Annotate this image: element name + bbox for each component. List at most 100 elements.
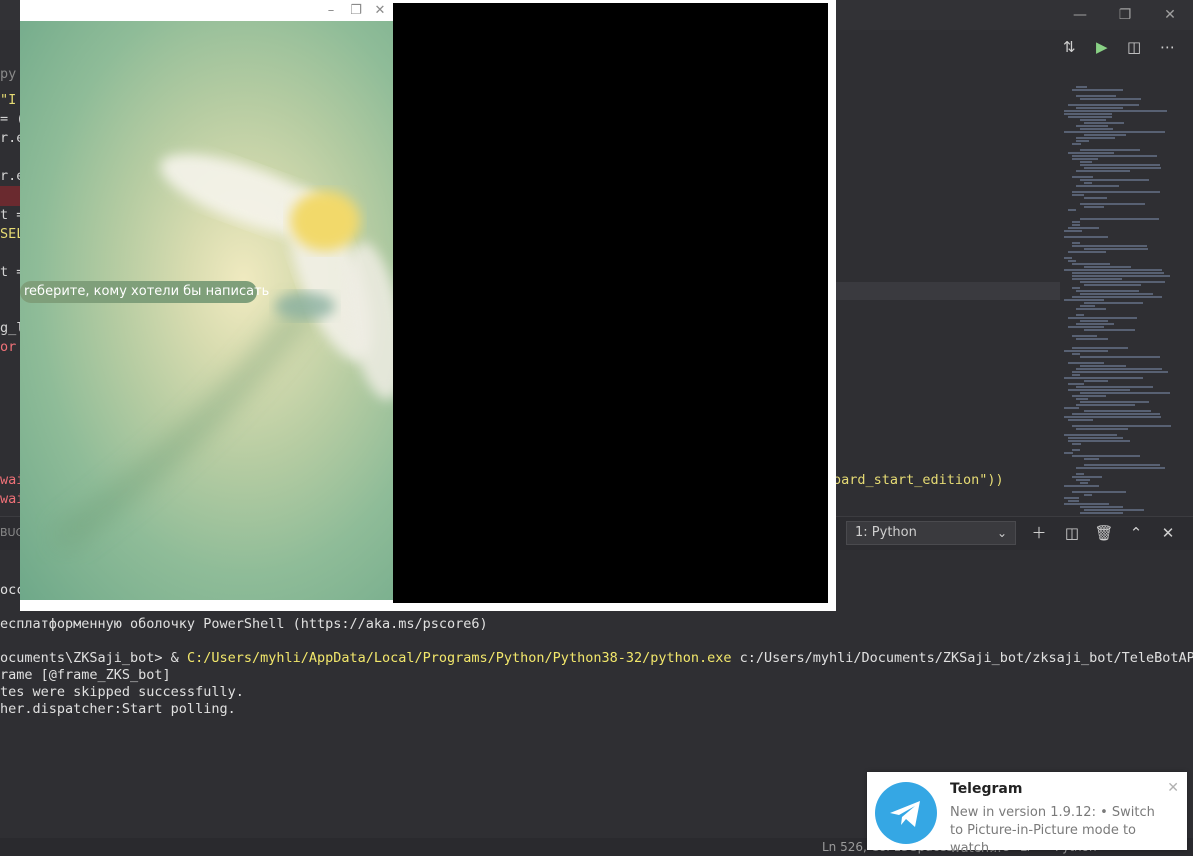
pip-titlebar[interactable]: – ❐ ✕ [20, 0, 393, 21]
minimap-line [1072, 191, 1160, 193]
terminal-line: rame [@frame_ZKS_bot] [0, 667, 171, 683]
terminal-line: her.dispatcher:Start polling. [0, 701, 236, 717]
minimap-line [1076, 308, 1106, 310]
telegram-pip-window[interactable]: – ❐ ✕ reберите, кому хотели бы написать [20, 0, 836, 611]
terminal-line: есплатформенную оболочку PowerShell (htt… [0, 616, 488, 632]
telegram-notification[interactable]: Telegram New in version 1.9.12: • Switch… [867, 772, 1187, 856]
minimap-line [1080, 281, 1165, 283]
restore-icon[interactable]: ❐ [348, 2, 364, 19]
minimap-line [1084, 284, 1141, 286]
code-fragment: "I [0, 92, 17, 108]
minimap-line [1080, 512, 1123, 514]
minimap-line [1064, 269, 1162, 271]
split-terminal-icon[interactable]: ◫ [1061, 522, 1083, 544]
minimap-line [1080, 119, 1106, 121]
minimap-line [1076, 479, 1090, 481]
daisy-wallpaper-image [55, 154, 393, 547]
minimap-line [1072, 242, 1080, 244]
minimap-line [1072, 194, 1084, 196]
notification-body: New in version 1.9.12: • Switch to Pictu… [950, 805, 1155, 856]
minimize-icon[interactable]: — [1069, 4, 1091, 26]
play-icon[interactable]: ▶ [1096, 36, 1108, 58]
minimap-line [1068, 227, 1099, 229]
minimap-line [1076, 398, 1088, 400]
minimap-line [1080, 401, 1149, 403]
minimap-line [1072, 371, 1168, 373]
minimap-line [1076, 140, 1089, 142]
close-icon[interactable]: ✕ [1167, 780, 1179, 796]
minimap-line [1072, 374, 1080, 376]
minimap-line [1072, 413, 1160, 415]
minimap-line [1076, 86, 1087, 88]
video-area[interactable] [393, 3, 828, 603]
restore-icon[interactable]: ❐ [1114, 4, 1136, 26]
minimap-line [1072, 443, 1081, 445]
minimap-line [1072, 347, 1128, 349]
minimap-line [1076, 428, 1128, 430]
minimap-line [1072, 395, 1106, 397]
minimap-line [1068, 362, 1104, 364]
minimap-line [1076, 107, 1123, 109]
minimap-line [1068, 389, 1130, 391]
terminal-select-value: 1: Python [855, 525, 917, 540]
minimap-line [1068, 419, 1093, 421]
terminal-exe-path: C:/Users/myhli/AppData/Local/Programs/Py… [186, 650, 732, 666]
terminal-prompt: ocuments\ZKSaji_bot> & [0, 650, 187, 666]
minimap-line [1064, 350, 1108, 352]
minimap-line [1076, 314, 1084, 316]
minimap-line [1064, 416, 1161, 418]
minimap-line [1072, 272, 1164, 274]
minimize-icon[interactable]: – [323, 2, 339, 19]
minimap-line [1064, 452, 1073, 454]
terminal-select[interactable]: 1: Python ⌄ [846, 521, 1016, 545]
minimap-line [1080, 506, 1123, 508]
minimap-line [1080, 218, 1159, 220]
minimap-line [1072, 158, 1098, 160]
minimap-line [1076, 290, 1139, 292]
minimap-line [1080, 128, 1113, 130]
minimap-line [1072, 491, 1126, 493]
minimap-line [1084, 167, 1161, 169]
trash-icon[interactable]: 🗑 [1093, 522, 1115, 544]
minimap-line [1068, 500, 1079, 502]
split-editor-icon[interactable]: ◫ [1127, 36, 1141, 58]
minimap-line [1072, 476, 1102, 478]
minimap-line [1084, 266, 1131, 268]
minimap-line [1076, 137, 1115, 139]
minimap-line [1084, 458, 1099, 460]
close-icon[interactable]: ✕ [1159, 4, 1181, 26]
minimap-line [1072, 278, 1122, 280]
minimap-line [1076, 323, 1114, 325]
minimap-line [1076, 404, 1135, 406]
minimap-line [1068, 260, 1076, 262]
minimap-line [1084, 248, 1148, 250]
minimap-line [1072, 353, 1080, 355]
chevron-up-icon[interactable]: ⌃ [1125, 522, 1147, 544]
minimap-line [1072, 176, 1093, 178]
close-panel-icon[interactable]: ✕ [1157, 522, 1179, 544]
ellipsis-icon[interactable]: ⋯ [1160, 36, 1175, 58]
compare-changes-icon[interactable]: ⇅ [1063, 36, 1076, 58]
minimap-line [1076, 473, 1084, 475]
breakpoint-line [0, 186, 22, 206]
minimap-line [1068, 437, 1123, 439]
minimap-line [1072, 224, 1080, 226]
minimap-line [1068, 104, 1139, 106]
minimap-line [1064, 230, 1082, 232]
close-icon[interactable]: ✕ [372, 2, 388, 19]
minimap-line [1068, 383, 1084, 385]
minimap-line [1064, 236, 1108, 238]
minimap-line [1068, 440, 1130, 442]
minimap-line [1064, 131, 1165, 133]
minimap-line [1084, 122, 1124, 124]
new-terminal-icon[interactable]: ＋ [1028, 522, 1050, 544]
minimap-line [1084, 329, 1135, 331]
minimap-line [1064, 434, 1117, 436]
minimap-line [1064, 485, 1099, 487]
current-line-highlight [835, 282, 1060, 300]
code-fragment: oard_start_edition")) [833, 472, 1004, 488]
minimap-line [1084, 197, 1107, 199]
minimap-line [1084, 509, 1144, 511]
minimap-line [1064, 503, 1109, 505]
minimap[interactable] [1064, 86, 1180, 516]
